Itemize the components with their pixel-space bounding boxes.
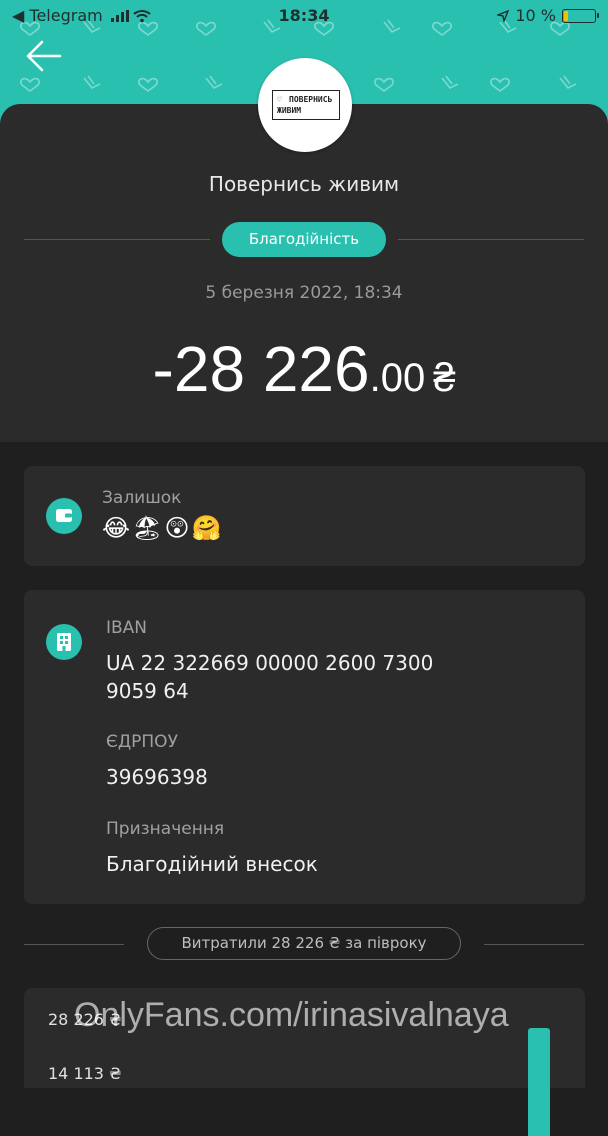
iban-line-2[interactable]: 9059 64 — [106, 677, 189, 705]
transaction-amount: -28 226.00 ₴ — [0, 332, 608, 406]
merchant-logo: ♡ ПОВЕРНИСЬ ЖИВИМ — [258, 58, 352, 152]
wallet-icon — [46, 498, 82, 534]
back-arrow-icon[interactable] — [24, 38, 64, 74]
balance-emojis: 😂🏖😲🤗 — [102, 514, 224, 542]
edrpou-value[interactable]: 39696398 — [106, 763, 208, 791]
logo-badge: ♡ ПОВЕРНИСЬ ЖИВИМ — [272, 90, 340, 120]
building-icon — [46, 624, 82, 660]
logo-line-2: ЖИВИМ — [277, 106, 302, 115]
heart-icon: ♡ — [277, 95, 282, 104]
spending-summary-button[interactable]: Витратили 28 226 ₴ за півроку — [147, 927, 461, 960]
divider-right — [398, 239, 584, 240]
transaction-date: 5 березня 2022, 18:34 — [205, 283, 403, 303]
battery-percent: 10 % — [515, 6, 556, 25]
merchant-name: Повернись живим — [208, 172, 400, 196]
battery-icon — [562, 8, 599, 23]
chart-tick-label: 14 113 ₴ — [48, 1064, 122, 1083]
edrpou-label: ЄДРПОУ — [106, 732, 178, 752]
balance-card: Залишок 😂🏖😲🤗 — [24, 466, 585, 566]
iban-label: IBAN — [106, 618, 148, 638]
iban-line-1[interactable]: UA 22 322669 00000 2600 7300 — [106, 649, 433, 677]
spend-divider-right — [484, 944, 584, 945]
category-badge[interactable]: Благодійність — [222, 222, 386, 257]
amount-main: -28 226 — [152, 333, 370, 405]
balance-label: Залишок — [102, 488, 182, 508]
purpose-value: Благодійний внесок — [106, 852, 318, 876]
status-right: 10 % — [497, 6, 599, 25]
location-arrow-icon — [497, 9, 510, 22]
amount-decimals: .00 — [369, 356, 426, 400]
currency-symbol: ₴ — [433, 356, 456, 400]
spend-divider-left — [24, 944, 124, 945]
status-bar: ◀ Telegram 18:34 10 % — [0, 0, 608, 32]
watermark-text: OnlyFans.com/irinasivalnaya — [74, 996, 509, 1034]
divider-left — [24, 239, 210, 240]
chart-bar[interactable] — [528, 1028, 550, 1136]
logo-line-1: ПОВЕРНИСЬ — [289, 95, 333, 104]
details-card: IBAN UA 22 322669 00000 2600 7300 9059 6… — [24, 590, 585, 904]
purpose-label: Призначення — [106, 819, 225, 839]
